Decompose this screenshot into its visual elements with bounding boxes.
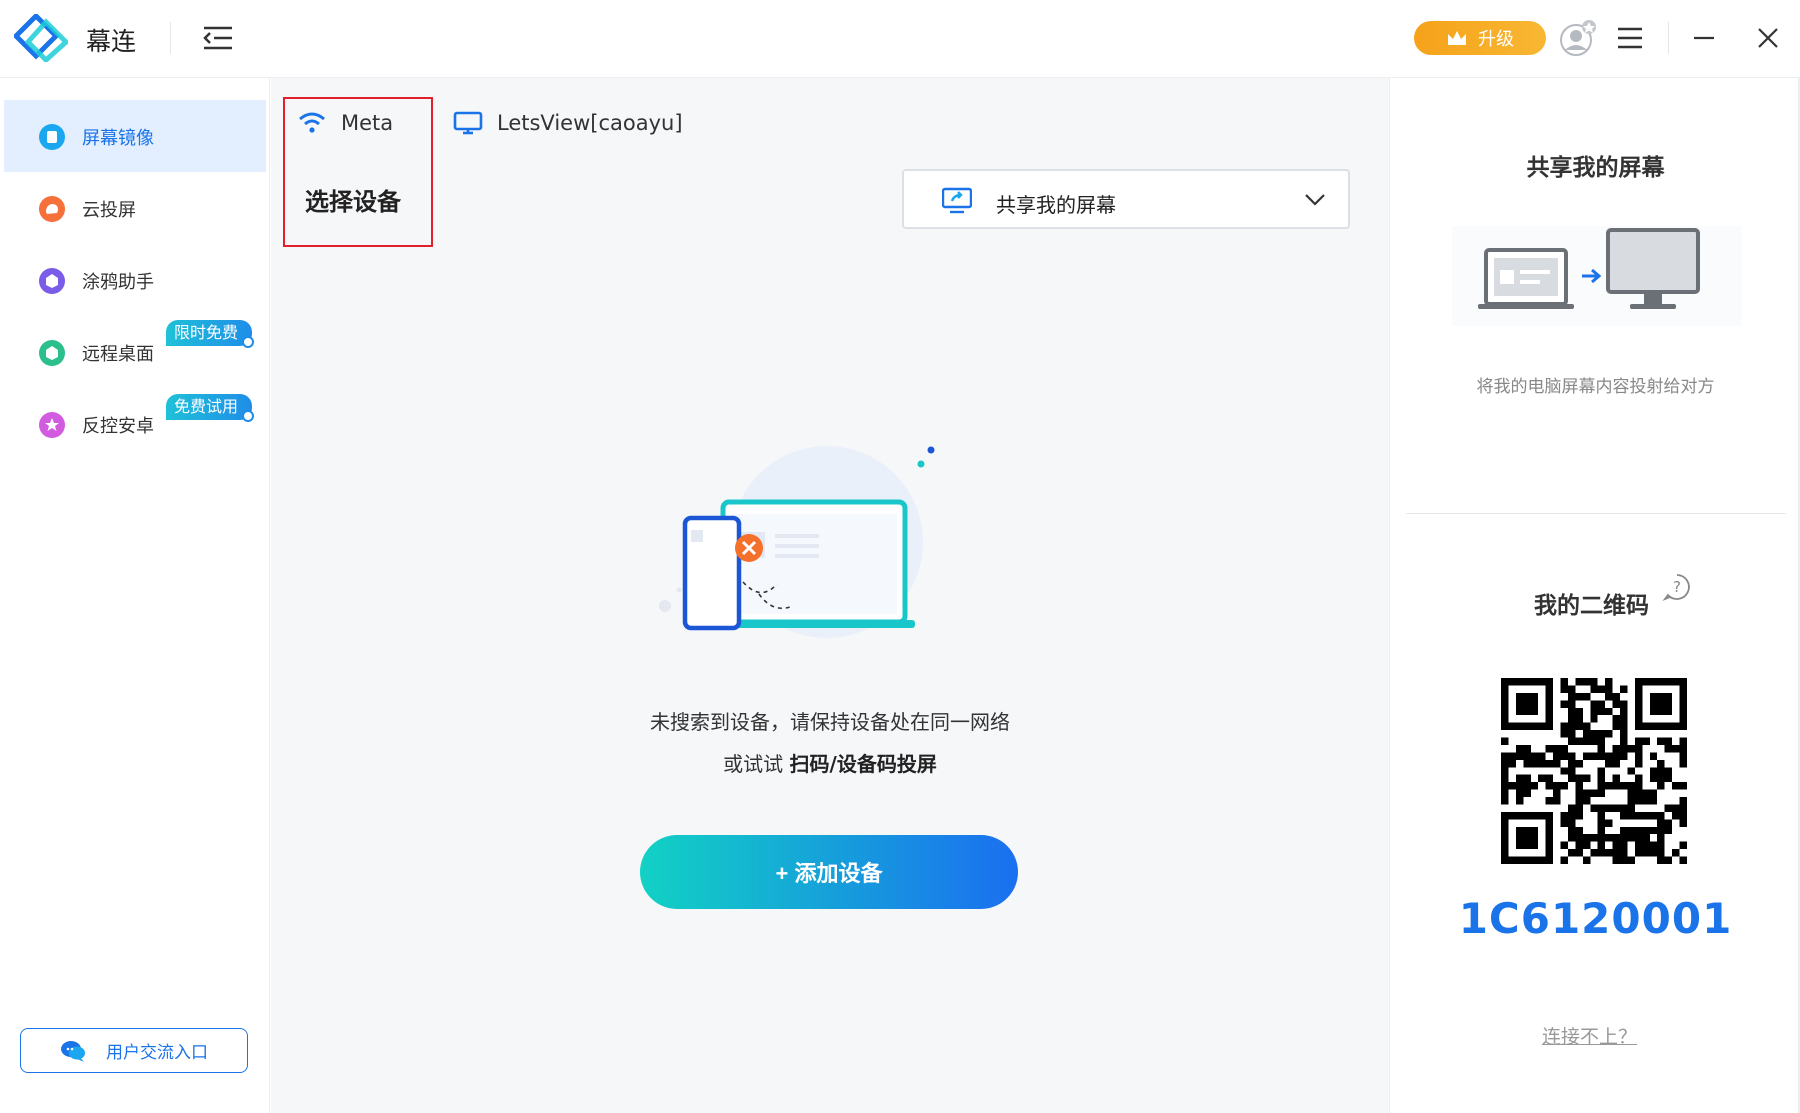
badge-label: 限时免费	[174, 323, 239, 342]
svg-text:?: ?	[1673, 578, 1681, 596]
title-divider	[170, 22, 171, 54]
sidebar-item-label: 涂鸦助手	[82, 272, 154, 293]
chat-bubble-icon	[61, 1040, 85, 1062]
device-tab-label: LetsView[caoayu]	[497, 111, 683, 135]
feedback-label: 用户交流入口	[106, 1043, 208, 1063]
cloud-cast-icon	[39, 196, 65, 222]
menu-icon[interactable]	[1614, 22, 1646, 54]
right-panel: 共享我的屏幕 将我的电脑屏幕内容投射给对方 我的二维码 ? 1C6120001 …	[1389, 78, 1800, 1113]
hint-prefix: 或试试	[723, 752, 784, 776]
cant-connect-link[interactable]: 连接不上？	[1542, 1022, 1637, 1049]
minimize-icon[interactable]	[1688, 22, 1720, 54]
monitor-icon	[453, 111, 483, 135]
badge-dot	[242, 336, 255, 348]
empty-hint: 或试试 扫码/设备码投屏	[271, 748, 1389, 777]
sidebar-item-label: 反控安卓	[82, 416, 154, 437]
share-screen-dropdown[interactable]: 共享我的屏幕	[902, 169, 1350, 229]
dropdown-label: 共享我的屏幕	[996, 193, 1116, 217]
upgrade-label: 升级	[1478, 29, 1514, 50]
title-bar: 幕连 升级	[0, 0, 1800, 78]
sidebar-item-label: 屏幕镜像	[82, 128, 154, 149]
screen-share-icon	[942, 187, 972, 214]
window-controls-divider	[1668, 22, 1669, 54]
limited-free-badge: 限时免费	[166, 320, 255, 348]
user-community-button[interactable]: 用户交流入口	[20, 1028, 248, 1073]
no-device-illustration	[659, 446, 935, 638]
device-tab-letsview[interactable]: LetsView[caoayu]	[453, 110, 683, 136]
add-device-button[interactable]: + 添加设备	[640, 835, 1018, 909]
qr-title: 我的二维码	[1534, 593, 1649, 619]
select-device-title: 选择设备	[305, 188, 401, 216]
android-control-icon	[39, 412, 65, 438]
doodle-icon	[39, 268, 65, 294]
scan-code-link[interactable]: 扫码/设备码投屏	[790, 752, 937, 776]
device-code: 1C6120001	[1458, 894, 1733, 943]
free-trial-badge: 免费试用	[166, 394, 255, 422]
main-content: Meta 选择设备 LetsView[caoayu] 共享我的屏幕 未搜索到设备…	[271, 78, 1389, 1113]
app-title: 幕连	[86, 27, 137, 56]
share-screen-title: 共享我的屏幕	[1526, 155, 1665, 181]
qr-code	[1501, 678, 1687, 864]
mirror-icon	[39, 124, 65, 150]
highlight-box	[283, 97, 433, 247]
sidebar: 屏幕镜像 云投屏 涂鸦助手 远程桌面 反控安卓 限时免费 免费试用 用户交流入口	[0, 78, 270, 1113]
remote-desktop-icon	[39, 340, 65, 366]
sidebar-item-label: 云投屏	[82, 200, 136, 221]
upgrade-button[interactable]: 升级	[1414, 21, 1546, 55]
share-screen-illustration	[1452, 226, 1742, 326]
sidebar-item-label: 远程桌面	[82, 344, 154, 365]
collapse-sidebar-icon[interactable]	[200, 20, 236, 56]
help-icon[interactable]: ?	[1662, 572, 1692, 602]
crown-icon	[1448, 31, 1466, 45]
sidebar-item-cloud-cast[interactable]: 云投屏	[4, 172, 266, 244]
app-logo-icon	[14, 14, 68, 62]
chevron-down-icon	[1305, 194, 1325, 206]
close-icon[interactable]	[1752, 22, 1784, 54]
sidebar-item-screen-mirror[interactable]: 屏幕镜像	[4, 100, 266, 172]
badge-dot	[242, 410, 255, 422]
sidebar-item-doodle[interactable]: 涂鸦助手	[4, 244, 266, 316]
badge-label: 免费试用	[174, 397, 239, 416]
panel-divider	[1406, 513, 1786, 514]
share-screen-desc: 将我的电脑屏幕内容投射给对方	[1476, 377, 1715, 397]
user-avatar-icon[interactable]	[1558, 18, 1598, 58]
empty-message: 未搜索到设备，请保持设备处在同一网络	[650, 710, 1010, 734]
